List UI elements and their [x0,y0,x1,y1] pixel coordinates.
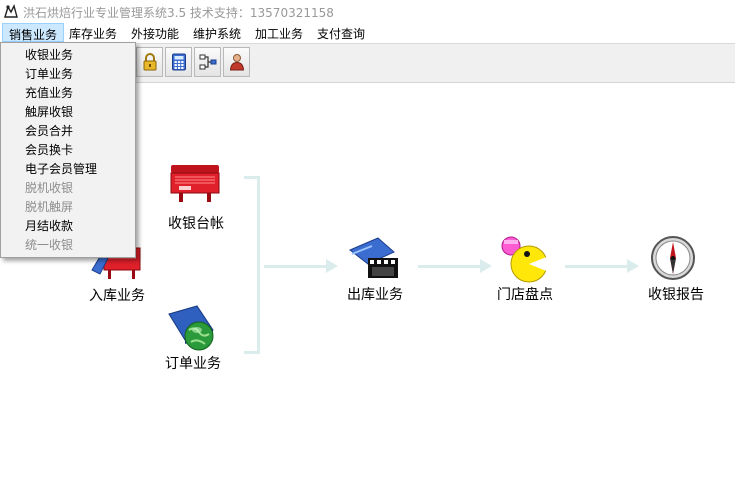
outbound-icon[interactable] [348,236,400,282]
menu-item-member-merge[interactable]: 会员合并 [2,122,134,141]
toolbar-lock-button[interactable] [136,47,163,77]
menu-item-offline-touch: 脱机触屏 [25,200,74,214]
menu-item-cashier[interactable]: 收银业务 [2,46,134,65]
menu-maintenance[interactable]: 维护系统 [187,23,247,42]
menu-item-orders[interactable]: 订单业务 [2,65,134,84]
menu-payment-query[interactable]: 支付查询 [311,23,371,42]
app-logo-icon [4,4,18,18]
lock-icon [143,53,156,71]
toolbar-network-button[interactable] [194,47,221,77]
menu-item-member-card-swap[interactable]: 会员换卡 [2,141,134,160]
orders-label[interactable]: 订单业务 [158,353,228,373]
title-bar: 洪石烘焙行业专业管理系统3.5 技术支持：13570321158 [0,0,735,24]
outbound-label[interactable]: 出库业务 [340,284,410,304]
network-icon [199,54,216,70]
store-count-label[interactable]: 门店盘点 [490,284,560,304]
inbound-label[interactable]: 入库业务 [82,285,152,305]
menu-inventory[interactable]: 库存业务 [63,23,123,42]
menu-processing[interactable]: 加工业务 [249,23,309,42]
menu-item-unified-cashier: 统一收银 [25,238,74,252]
flow-arrow-1 [264,259,338,273]
menu-item-e-member[interactable]: 电子会员管理 [2,160,134,179]
menu-sales[interactable]: 销售业务 [2,23,65,42]
menu-item-offline-cashier: 脱机收银 [25,181,74,195]
toolbar-calculator-button[interactable] [165,47,192,77]
menu-item-monthly-payment[interactable]: 月结收款 [2,217,134,236]
flow-bracket [244,176,260,354]
menu-item-touch-cashier[interactable]: 触屏收银 [2,103,134,122]
menu-external[interactable]: 外接功能 [125,23,185,42]
window-title: 洪石烘焙行业专业管理系统3.5 技术支持：13570321158 [23,6,334,20]
calculator-icon [171,53,186,71]
cashier-ledger-label[interactable]: 收银台帐 [161,213,231,233]
orders-globe-icon[interactable] [167,304,219,352]
menu-item-recharge[interactable]: 充值业务 [2,84,134,103]
user-icon [229,54,244,71]
toolbar-user-button[interactable] [223,47,250,77]
sales-dropdown-menu: 收银业务 订单业务 充值业务 触屏收银 会员合并 会员换卡 电子会员管理 脱机收… [0,42,136,258]
compass-icon[interactable] [650,235,696,281]
cash-register-icon[interactable] [169,163,221,203]
cashier-report-label[interactable]: 收银报告 [641,284,711,304]
flow-arrow-2 [418,259,492,273]
menu-bar: 销售业务 库存业务 外接功能 维护系统 加工业务 支付查询 [0,23,735,43]
store-count-icon[interactable] [499,234,551,284]
flow-arrow-3 [565,259,639,273]
